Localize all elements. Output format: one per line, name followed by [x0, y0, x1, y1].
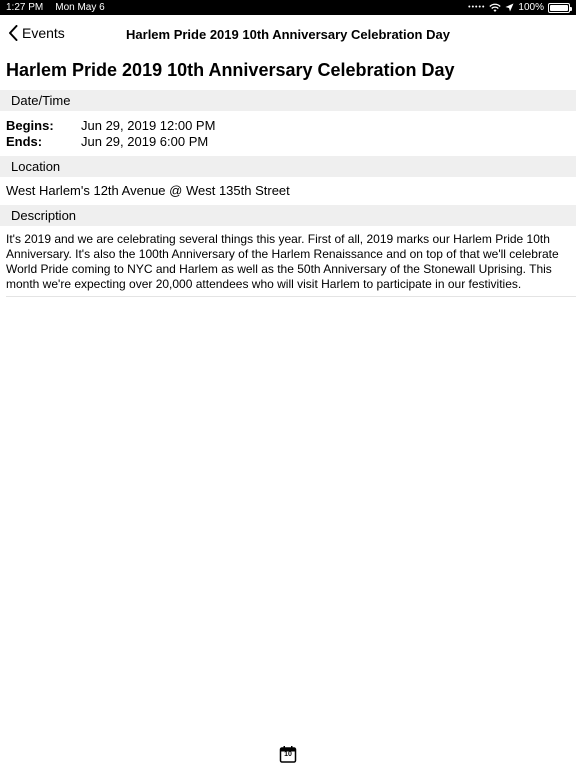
nav-title: Harlem Pride 2019 10th Anniversary Celeb…: [126, 27, 450, 42]
wifi-icon: [489, 3, 502, 12]
location-text: West Harlem's 12th Avenue @ West 135th S…: [6, 183, 290, 198]
ends-label: Ends:: [6, 134, 43, 149]
status-time: 1:27 PM: [6, 2, 44, 13]
event-title: Harlem Pride 2019 10th Anniversary Celeb…: [6, 60, 455, 80]
description-text: It's 2019 and we are celebrating several…: [6, 232, 559, 291]
location-section-header: Location: [0, 156, 576, 177]
battery-percent: 100%: [518, 2, 544, 13]
begins-value: Jun 29, 2019 12:00 PM: [81, 118, 216, 133]
battery-icon: [548, 2, 572, 13]
status-right: ••••• 100%: [468, 2, 572, 13]
tab-bar: 10: [0, 740, 576, 768]
ends-row: Ends: Jun 29, 2019 6:00 PM: [6, 134, 208, 150]
calendar-day-number: 10: [284, 751, 292, 758]
divider: [6, 296, 576, 297]
datetime-section-header: Date/Time: [0, 90, 576, 111]
calendar-tab-button[interactable]: 10: [279, 745, 297, 763]
status-bar: 1:27 PM Mon May 6 ••••• 100%: [0, 0, 576, 15]
signal-dots-icon: •••••: [468, 4, 486, 11]
description-section-header: Description: [0, 205, 576, 226]
ends-value: Jun 29, 2019 6:00 PM: [81, 134, 209, 149]
location-arrow-icon: [505, 3, 514, 12]
status-date: Mon May 6: [55, 2, 105, 13]
begins-row: Begins: Jun 29, 2019 12:00 PM: [6, 118, 215, 134]
begins-label: Begins:: [6, 118, 54, 133]
navigation-bar: Events Harlem Pride 2019 10th Anniversar…: [0, 15, 576, 55]
